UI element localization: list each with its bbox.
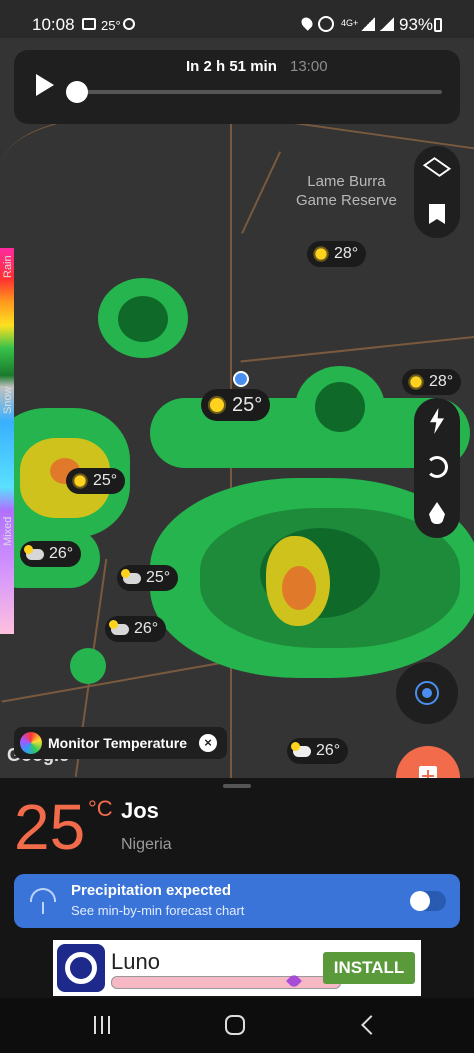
marker-temp: 25° — [93, 472, 118, 489]
sun-icon — [74, 475, 86, 487]
signal-icon-2 — [380, 17, 394, 31]
hurricane-icon[interactable] — [426, 456, 448, 478]
marker-temp: 25° — [232, 393, 263, 416]
marker-temp: 26° — [134, 620, 159, 637]
precipitation-card[interactable]: Precipitation expected See min-by-min fo… — [14, 874, 460, 928]
bookmark-icon[interactable] — [429, 204, 445, 224]
marker-temp: 26° — [316, 742, 341, 759]
partly-cloudy-icon — [24, 544, 44, 560]
monitor-temperature-chip[interactable]: Monitor Temperature × — [14, 727, 227, 759]
status-time: 10:08 — [32, 15, 75, 34]
temperature-unit: °C — [88, 796, 113, 821]
temp-marker[interactable]: 28° — [402, 369, 462, 395]
legend-mixed: Mixed — [2, 516, 14, 546]
city-name: Jos — [121, 798, 159, 823]
timeline-label: In 2 h 51 min — [186, 58, 277, 75]
country-name: Nigeria — [121, 836, 172, 853]
marker-temp: 28° — [334, 245, 359, 262]
sheet-handle[interactable] — [223, 784, 251, 788]
back-icon[interactable] — [361, 1015, 381, 1035]
partly-cloudy-icon — [121, 568, 141, 584]
ad-banner[interactable]: Luno INSTALL — [53, 940, 421, 996]
user-location-dot — [233, 371, 249, 387]
location-icon — [299, 15, 315, 31]
temp-marker[interactable]: 25° — [66, 468, 126, 494]
monitor-label: Monitor Temperature — [48, 735, 187, 751]
luno-logo-icon — [57, 944, 105, 992]
battery-percent: 93% — [399, 15, 434, 34]
temp-marker[interactable]: 26° — [105, 616, 167, 642]
cloud-icon — [291, 741, 311, 757]
precip-subtitle: See min-by-min forecast chart — [71, 903, 245, 918]
play-icon[interactable] — [36, 74, 54, 96]
temp-marker[interactable]: 25° — [117, 565, 179, 591]
dnd-icon — [123, 18, 135, 30]
gallery-icon — [82, 18, 96, 30]
sun-icon — [410, 376, 422, 388]
marker-temp: 25° — [146, 569, 171, 586]
overlay-tools-group — [414, 398, 460, 538]
temp-marker[interactable]: 28° — [307, 241, 367, 267]
close-icon[interactable]: × — [198, 734, 217, 752]
temp-marker[interactable]: 26° — [287, 738, 349, 764]
recents-icon[interactable] — [94, 1016, 110, 1034]
timeline-time: 13:00 — [290, 58, 328, 75]
timeline-track[interactable] — [78, 90, 442, 94]
temp-marker[interactable]: 26° — [20, 541, 82, 567]
ad-progress — [111, 976, 341, 989]
sun-icon — [315, 248, 327, 260]
status-temp: 25° — [101, 18, 121, 33]
network-type: 4G+ — [341, 18, 359, 28]
marker-temp: 26° — [49, 545, 74, 562]
signal-icon — [361, 17, 375, 31]
hotspot-icon — [318, 16, 334, 32]
battery-icon — [434, 18, 442, 32]
legend-rain: Rain — [2, 255, 14, 278]
sun-icon — [210, 398, 224, 412]
ad-brand: Luno — [111, 949, 160, 974]
umbrella-icon — [30, 888, 56, 902]
legend-snow: Snow — [2, 386, 14, 414]
place-label-line1: Lame Burra — [307, 173, 386, 190]
temp-marker-current[interactable]: 25° — [201, 389, 271, 421]
radar-map[interactable]: Lame Burra Game Reserve In 2 h 51 min 13… — [0, 38, 474, 778]
partly-cloudy-icon — [109, 619, 129, 635]
lightning-icon[interactable] — [430, 408, 444, 434]
timeline-player: In 2 h 51 min 13:00 — [14, 50, 460, 124]
precip-title: Precipitation expected — [71, 882, 232, 899]
rainbow-icon — [20, 732, 42, 754]
home-icon[interactable] — [225, 1015, 245, 1035]
precip-toggle[interactable] — [410, 891, 446, 911]
marker-temp: 28° — [429, 373, 454, 390]
fire-icon[interactable] — [429, 502, 445, 524]
precip-legend — [0, 248, 14, 634]
my-location-button[interactable] — [396, 662, 458, 724]
layers-icon[interactable] — [422, 157, 452, 177]
system-nav-bar — [0, 998, 474, 1053]
install-button[interactable]: INSTALL — [323, 952, 415, 984]
current-temperature: 25 — [14, 791, 86, 863]
map-place-label: Lame Burra Game Reserve — [296, 172, 397, 210]
map-tools-group — [414, 146, 460, 238]
place-label-line2: Game Reserve — [296, 192, 397, 209]
timeline-handle[interactable] — [66, 81, 88, 103]
